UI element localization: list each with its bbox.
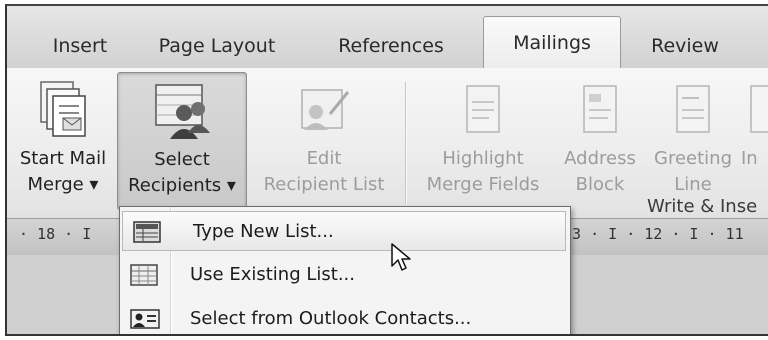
menu-item-type-new-list-label: Type New List... bbox=[193, 221, 334, 242]
menu-item-use-existing-list[interactable]: Use Existing List... bbox=[120, 255, 570, 295]
start-mail-merge-label-line2: Merge ▾ bbox=[27, 174, 99, 195]
select-recipients-icon bbox=[155, 84, 210, 139]
highlight-merge-fields-icon bbox=[466, 85, 500, 133]
address-block-label-line1: Address bbox=[564, 148, 636, 169]
edit-recipient-list-button[interactable]: Edit Recipient List bbox=[251, 72, 397, 210]
address-block-button[interactable]: Address Block bbox=[555, 72, 645, 195]
mouse-pointer-icon bbox=[391, 243, 411, 271]
greeting-line-button[interactable]: Greeting Line bbox=[647, 72, 739, 195]
select-recipients-button[interactable]: Select Recipients ▾ bbox=[117, 72, 247, 210]
select-recipients-label-line1: Select bbox=[154, 149, 210, 170]
ribbon-group-separator bbox=[405, 82, 407, 204]
ruler-left-marks: · 18 · I bbox=[19, 225, 92, 243]
outlook-contacts-icon bbox=[130, 309, 160, 329]
address-block-label-line2: Block bbox=[575, 174, 625, 195]
tab-insert[interactable]: Insert bbox=[35, 24, 125, 68]
greeting-line-icon bbox=[676, 85, 710, 133]
edit-recipient-list-icon bbox=[301, 89, 350, 130]
start-mail-merge-button[interactable]: Start Mail Merge ▾ bbox=[9, 72, 117, 210]
word-window: Insert Page Layout References Mailings R… bbox=[5, 4, 768, 336]
highlight-merge-fields-label-line2: Merge Fields bbox=[426, 174, 540, 195]
highlight-merge-fields-button[interactable]: Highlight Merge Fields bbox=[413, 72, 553, 195]
edit-recipient-list-label-line2: Recipient List bbox=[263, 174, 385, 195]
menu-item-use-existing-list-label: Use Existing List... bbox=[190, 264, 355, 285]
tab-page-layout[interactable]: Page Layout bbox=[147, 24, 287, 68]
write-insert-group-label: Write & Inse bbox=[647, 196, 758, 217]
insert-label-partial: In bbox=[741, 148, 758, 169]
address-block-icon bbox=[583, 85, 617, 133]
select-recipients-label-line2: Recipients ▾ bbox=[128, 175, 236, 196]
start-mail-merge-label-line1: Start Mail bbox=[19, 148, 107, 169]
edit-recipient-list-label-line1: Edit bbox=[306, 148, 342, 169]
insert-merge-field-button-partial[interactable]: In bbox=[741, 72, 768, 192]
mail-merge-documents-icon bbox=[40, 81, 86, 137]
greeting-line-label-line2: Line bbox=[674, 174, 712, 195]
mailings-ribbon: Start Mail Merge ▾ Select Recipients ▾ E… bbox=[7, 68, 768, 219]
tab-mailings[interactable]: Mailings bbox=[483, 16, 621, 70]
highlight-merge-fields-label-line1: Highlight bbox=[442, 148, 524, 169]
menu-item-type-new-list[interactable]: Type New List... bbox=[122, 211, 566, 251]
select-recipients-menu: Type New List... Use Existing List... Se… bbox=[119, 206, 571, 334]
tab-references[interactable]: References bbox=[327, 24, 455, 68]
menu-item-select-outlook-contacts[interactable]: Select from Outlook Contacts... bbox=[120, 299, 570, 334]
type-new-list-icon bbox=[133, 221, 161, 243]
menu-item-select-outlook-contacts-label: Select from Outlook Contacts... bbox=[190, 308, 472, 329]
greeting-line-label-line1: Greeting bbox=[654, 148, 732, 169]
tab-review[interactable]: Review bbox=[635, 24, 735, 68]
insert-merge-field-icon bbox=[750, 85, 768, 133]
ribbon-tab-bar: Insert Page Layout References Mailings R… bbox=[7, 6, 768, 70]
ruler-right-marks: 13 · I · 12 · I · 11 bbox=[563, 225, 744, 243]
existing-list-icon bbox=[130, 264, 158, 286]
